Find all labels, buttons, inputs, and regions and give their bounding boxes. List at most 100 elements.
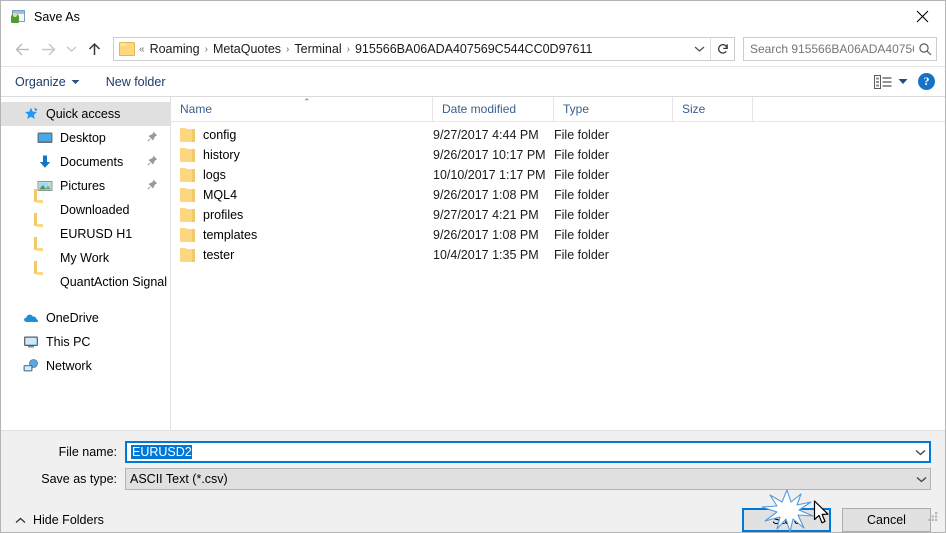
- resize-grip-icon[interactable]: [928, 510, 940, 528]
- sidebar-item-label: QuantAction Signal: [60, 275, 168, 289]
- file-name-cell: profiles: [171, 208, 433, 222]
- recent-locations-button[interactable]: [61, 36, 81, 62]
- sidebar-item-this-pc[interactable]: This PC: [1, 330, 170, 354]
- chevron-up-icon: [15, 517, 26, 523]
- save-as-type-dropdown-button[interactable]: [912, 476, 930, 483]
- file-name-dropdown-button[interactable]: [911, 449, 929, 456]
- command-bar: Organize New folder ?: [1, 67, 945, 97]
- organize-button[interactable]: Organize: [15, 75, 80, 89]
- table-row[interactable]: tester 10/4/2017 1:35 PM File folder: [171, 245, 945, 265]
- desktop-icon: [37, 130, 53, 146]
- help-button[interactable]: ?: [918, 73, 935, 90]
- file-type-cell: File folder: [554, 188, 609, 202]
- file-name-label: history: [203, 148, 240, 162]
- pin-icon: [147, 179, 158, 193]
- pin-icon: [147, 155, 158, 169]
- sidebar-item-label: Pictures: [60, 179, 106, 193]
- table-row[interactable]: config 9/27/2017 4:44 PM File folder: [171, 125, 945, 145]
- chevron-down-icon: [898, 79, 908, 84]
- sidebar-item-onedrive[interactable]: OneDrive: [1, 306, 170, 330]
- hide-folders-button[interactable]: Hide Folders: [15, 513, 104, 527]
- folder-icon: [37, 202, 53, 218]
- folder-icon: [37, 250, 53, 266]
- file-date-cell: 9/27/2017 4:21 PM: [433, 208, 539, 222]
- sidebar-item-quantaction-signal[interactable]: QuantAction Signal: [1, 270, 170, 294]
- file-name-input[interactable]: EURUSD2: [125, 441, 931, 463]
- table-row[interactable]: profiles 9/27/2017 4:21 PM File folder: [171, 205, 945, 225]
- forward-button[interactable]: [35, 36, 61, 62]
- file-name-cell: config: [171, 128, 433, 142]
- view-layout-icon: [874, 74, 892, 89]
- network-icon: [23, 358, 39, 374]
- sidebar-item-network[interactable]: Network: [1, 354, 170, 378]
- change-view-button[interactable]: [874, 74, 908, 89]
- file-name-label: File name:: [58, 445, 117, 459]
- file-date-cell: 9/26/2017 1:08 PM: [433, 188, 539, 202]
- file-name-label: templates: [203, 228, 258, 242]
- search-button[interactable]: [914, 42, 936, 56]
- file-date-cell: 9/26/2017 10:17 PM: [433, 148, 546, 162]
- column-header-date-modified[interactable]: Date modified: [433, 96, 554, 122]
- save-as-type-label: Save as type:: [41, 472, 117, 486]
- sidebar-item-desktop[interactable]: Desktop: [1, 126, 170, 150]
- file-name-cell: templates: [171, 228, 433, 242]
- folder-icon: [37, 274, 53, 290]
- sidebar-item-label: Desktop: [60, 131, 106, 145]
- save-as-type-select[interactable]: ASCII Text (*.csv): [125, 468, 931, 490]
- up-button[interactable]: [81, 36, 107, 62]
- sidebar-item-label: My Work: [60, 251, 110, 265]
- cancel-button-label: Cancel: [867, 513, 906, 527]
- column-header-name[interactable]: Name: [171, 96, 433, 122]
- address-bar[interactable]: « Roaming › MetaQuotes › Terminal › 9155…: [113, 37, 735, 61]
- search-input[interactable]: Search 915566BA06ADA40756...: [744, 42, 914, 56]
- close-button[interactable]: [899, 1, 945, 32]
- file-type-cell: File folder: [554, 148, 609, 162]
- table-row[interactable]: history 9/26/2017 10:17 PM File folder: [171, 145, 945, 165]
- dialog-body: Quick access Desktop Documents Pictures …: [1, 96, 945, 430]
- file-type-cell: File folder: [554, 168, 609, 182]
- sidebar-item-documents[interactable]: Documents: [1, 150, 170, 174]
- breadcrumb-item-roaming[interactable]: Roaming: [146, 42, 204, 56]
- chevron-down-icon: [71, 79, 80, 84]
- sidebar-item-eurusd-h1[interactable]: EURUSD H1: [1, 222, 170, 246]
- file-name-label: logs: [203, 168, 226, 182]
- sidebar-item-downloaded[interactable]: Downloaded: [1, 198, 170, 222]
- refresh-button[interactable]: [710, 38, 734, 60]
- column-header-type[interactable]: Type: [554, 96, 673, 122]
- hide-folders-label: Hide Folders: [33, 513, 104, 527]
- close-icon: [916, 10, 928, 23]
- sidebar-item-quick-access[interactable]: Quick access: [1, 102, 170, 126]
- file-type-cell: File folder: [554, 128, 609, 142]
- breadcrumb-item-instance[interactable]: 915566BA06ADA407569C544CC0D97611: [351, 42, 596, 56]
- breadcrumb-separator: ›: [204, 43, 208, 55]
- file-date-cell: 9/27/2017 4:44 PM: [433, 128, 539, 142]
- breadcrumb-overflow[interactable]: «: [138, 44, 146, 55]
- column-header-size[interactable]: Size: [673, 96, 753, 122]
- folder-icon: [180, 148, 195, 162]
- file-rows: config 9/27/2017 4:44 PM File folder his…: [171, 122, 945, 430]
- dialog-footer: File name: EURUSD2 Save as type: ASCII T…: [1, 430, 945, 532]
- sidebar-item-pictures[interactable]: Pictures: [1, 174, 170, 198]
- file-name-value[interactable]: EURUSD2: [127, 445, 911, 459]
- table-row[interactable]: templates 9/26/2017 1:08 PM File folder: [171, 225, 945, 245]
- table-row[interactable]: logs 10/10/2017 1:17 PM File folder: [171, 165, 945, 185]
- action-buttons: Save Cancel: [742, 508, 931, 532]
- save-button[interactable]: Save: [742, 508, 831, 532]
- breadcrumb-item-terminal[interactable]: Terminal: [290, 42, 345, 56]
- file-name-row: File name: EURUSD2: [1, 440, 945, 464]
- sidebar-item-label: OneDrive: [46, 311, 99, 325]
- save-as-window-icon: [10, 9, 26, 25]
- breadcrumb-item-metaquotes[interactable]: MetaQuotes: [209, 42, 285, 56]
- sidebar-item-label: EURUSD H1: [60, 227, 133, 241]
- new-folder-button[interactable]: New folder: [106, 75, 166, 89]
- back-button[interactable]: [9, 36, 35, 62]
- address-dropdown-button[interactable]: [688, 38, 710, 60]
- chevron-down-icon: [916, 476, 926, 482]
- folder-icon: [37, 226, 53, 242]
- sidebar-item-label: Network: [46, 359, 92, 373]
- table-row[interactable]: MQL4 9/26/2017 1:08 PM File folder: [171, 185, 945, 205]
- pin-star-icon: [23, 106, 39, 122]
- sidebar-item-my-work[interactable]: My Work: [1, 246, 170, 270]
- search-box[interactable]: Search 915566BA06ADA40756...: [743, 37, 937, 61]
- cancel-button[interactable]: Cancel: [842, 508, 931, 532]
